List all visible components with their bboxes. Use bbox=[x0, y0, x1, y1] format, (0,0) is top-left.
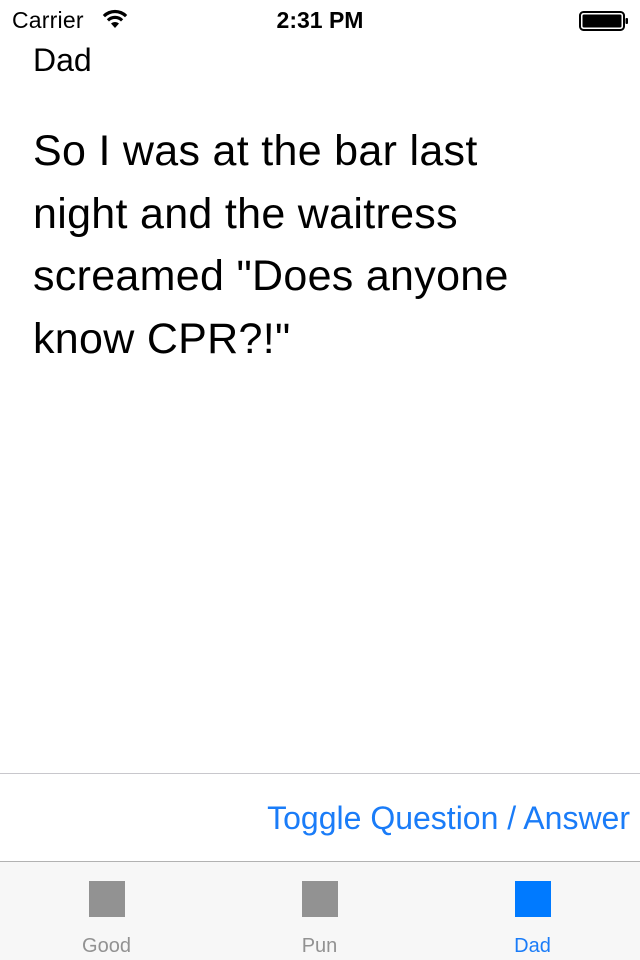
square-icon bbox=[301, 881, 338, 917]
joke-text: So I was at the bar last night and the w… bbox=[33, 127, 509, 363]
status-time: 2:31 PM bbox=[276, 7, 364, 33]
tab-label: Dad bbox=[514, 935, 551, 957]
square-icon bbox=[88, 881, 125, 917]
square-icon bbox=[514, 881, 551, 917]
tab-dad[interactable]: Dad bbox=[426, 862, 639, 960]
tab-pun[interactable]: Pun bbox=[213, 862, 426, 960]
status-bar: Carrier 2:31 PM bbox=[0, 0, 640, 40]
toggle-question-answer-button[interactable]: Toggle Question / Answer bbox=[267, 797, 630, 839]
app-screen: Carrier 2:31 PM Dad So I was at the bar … bbox=[0, 0, 640, 960]
tab-label: Good bbox=[82, 935, 131, 957]
category-title: Dad bbox=[33, 42, 92, 78]
battery-icon bbox=[579, 11, 629, 31]
tab-label: Pun bbox=[301, 935, 338, 957]
tab-bar: Good Pun Dad bbox=[0, 861, 640, 960]
divider bbox=[0, 773, 640, 774]
tab-good[interactable]: Good bbox=[0, 862, 213, 960]
